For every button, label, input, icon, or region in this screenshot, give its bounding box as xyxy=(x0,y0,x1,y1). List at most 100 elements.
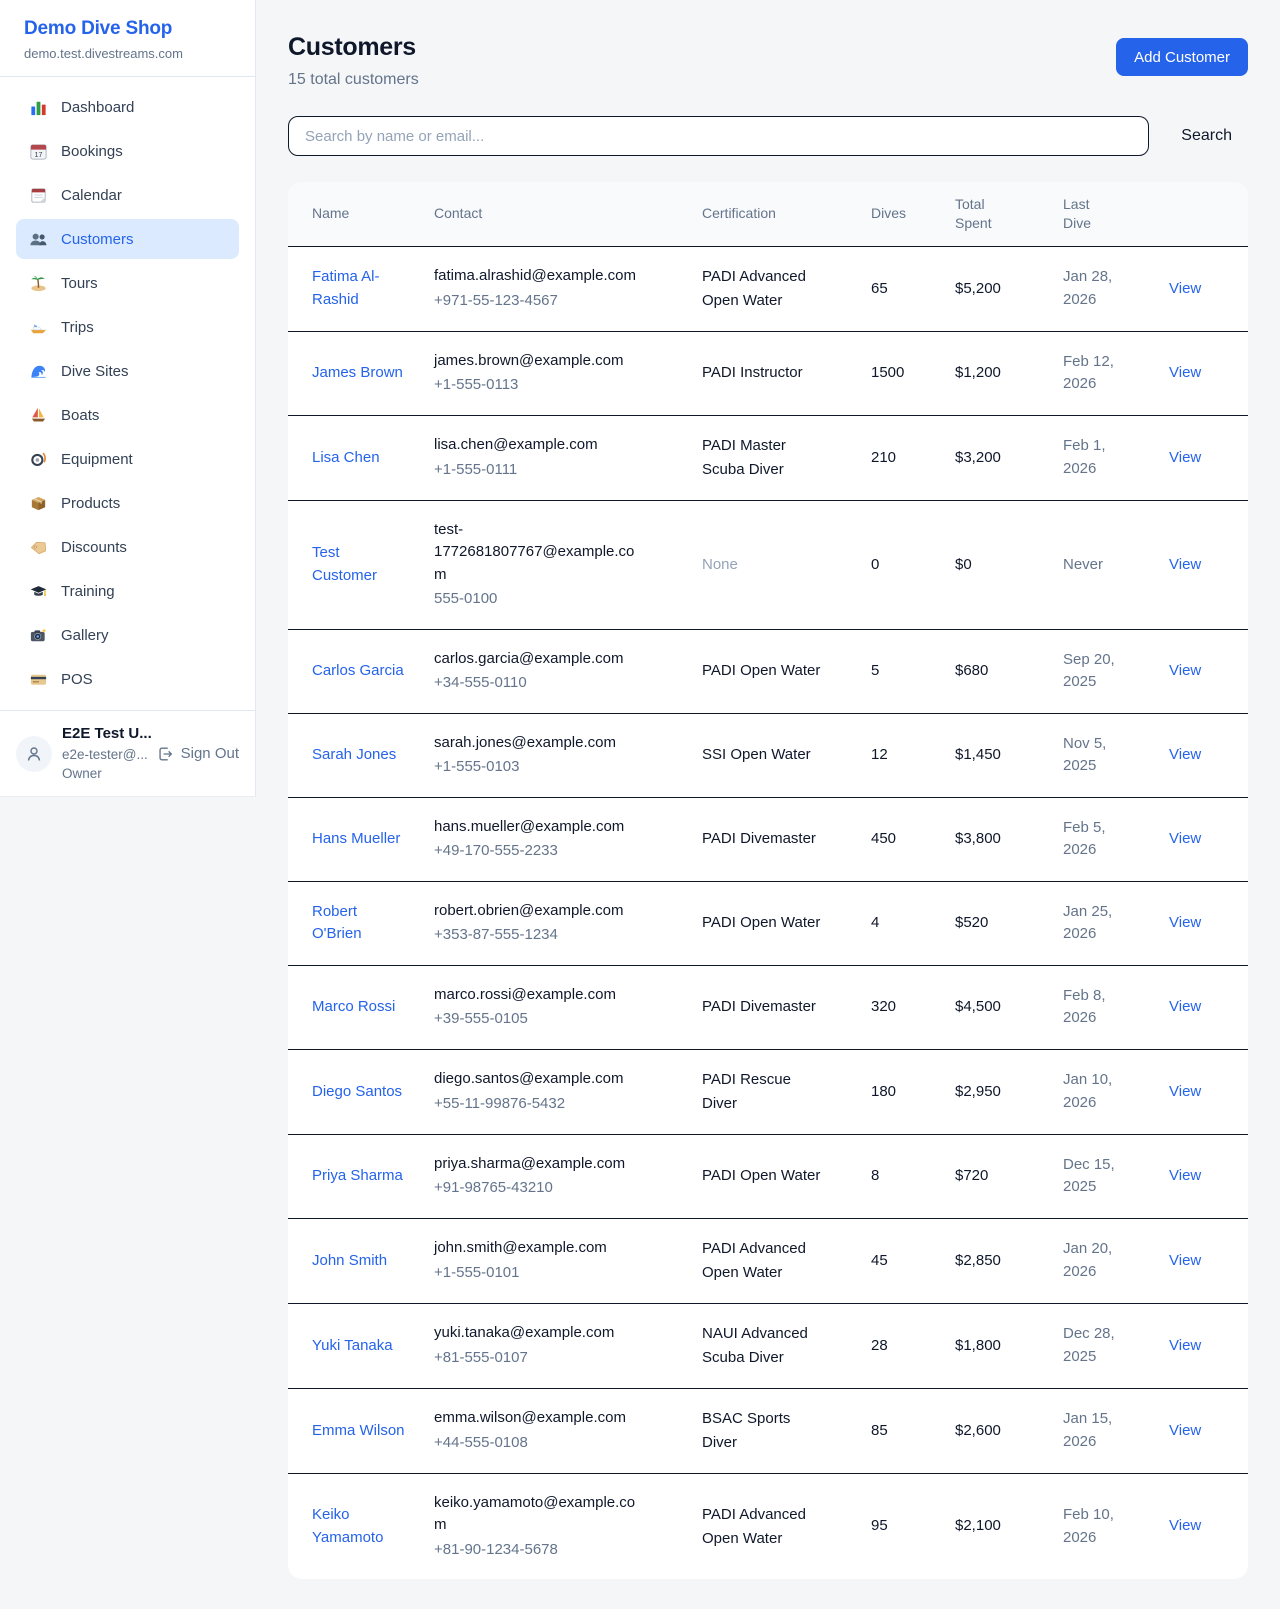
customer-phone: +1-555-0111 xyxy=(434,459,646,482)
view-customer-link[interactable]: View xyxy=(1169,1422,1201,1439)
view-customer-link[interactable]: View xyxy=(1169,364,1201,381)
customer-name-link[interactable]: Robert O'Brien xyxy=(312,903,362,943)
sidebar-item-label: POS xyxy=(61,671,93,688)
sidebar-item-trips[interactable]: Trips xyxy=(16,307,239,347)
customer-name-link[interactable]: Emma Wilson xyxy=(312,1422,405,1439)
customer-email: john.smith@example.com xyxy=(434,1237,646,1260)
customer-certification: BSAC Sports Diver xyxy=(702,1407,822,1455)
customer-name-link[interactable]: Carlos Garcia xyxy=(312,662,404,679)
customer-name-link[interactable]: John Smith xyxy=(312,1252,387,1269)
table-row: John Smithjohn.smith@example.com+1-555-0… xyxy=(288,1218,1248,1303)
page: Demo Dive Shop demo.test.divestreams.com… xyxy=(0,0,1280,1609)
customer-certification: PADI Advanced Open Water xyxy=(702,1237,822,1285)
view-customer-link[interactable]: View xyxy=(1169,830,1201,847)
customer-name-link[interactable]: James Brown xyxy=(312,364,403,381)
sidebar-item-equipment[interactable]: Equipment xyxy=(16,439,239,479)
sidebar-item-dive-sites[interactable]: Dive Sites xyxy=(16,351,239,391)
view-customer-link[interactable]: View xyxy=(1169,449,1201,466)
sidebar-item-boats[interactable]: Boats xyxy=(16,395,239,435)
customer-phone: +39-555-0105 xyxy=(434,1008,646,1031)
customer-email: marco.rossi@example.com xyxy=(434,984,646,1007)
table-row: Carlos Garciacarlos.garcia@example.com+3… xyxy=(288,629,1248,713)
customer-name-link[interactable]: Keiko Yamamoto xyxy=(312,1506,383,1546)
view-customer-link[interactable]: View xyxy=(1169,280,1201,297)
sidebar-item-discounts[interactable]: Discounts xyxy=(16,527,239,567)
sidebar: Demo Dive Shop demo.test.divestreams.com… xyxy=(0,0,256,797)
customer-name-link[interactable]: Yuki Tanaka xyxy=(312,1337,393,1354)
view-customer-link[interactable]: View xyxy=(1169,1252,1201,1269)
customer-name-link[interactable]: Test Customer xyxy=(312,544,377,584)
sidebar-item-label: Equipment xyxy=(61,451,133,468)
sidebar-item-training[interactable]: Training xyxy=(16,571,239,611)
sidebar-item-products[interactable]: Products xyxy=(16,483,239,523)
customer-dives: 85 xyxy=(871,1388,955,1473)
customer-last-dive: Jan 25, 2026 xyxy=(1063,901,1123,946)
sidebar-item-tours[interactable]: Tours xyxy=(16,263,239,303)
table-row: Diego Santosdiego.santos@example.com+55-… xyxy=(288,1049,1248,1134)
bar-chart-icon xyxy=(28,97,48,117)
add-customer-button[interactable]: Add Customer xyxy=(1116,38,1248,76)
customer-name-link[interactable]: Priya Sharma xyxy=(312,1167,403,1184)
view-customer-link[interactable]: View xyxy=(1169,914,1201,931)
customer-last-dive: Feb 10, 2026 xyxy=(1063,1504,1123,1549)
customer-name-link[interactable]: Sarah Jones xyxy=(312,746,396,763)
sidebar-item-gallery[interactable]: Gallery xyxy=(16,615,239,655)
customer-phone: 555-0100 xyxy=(434,588,646,611)
column-header-certification: Certification xyxy=(702,182,871,246)
view-customer-link[interactable]: View xyxy=(1169,1517,1201,1534)
customer-name-link[interactable]: Hans Mueller xyxy=(312,830,400,847)
sidebar-item-label: Discounts xyxy=(61,539,127,556)
search-row: Search xyxy=(288,116,1248,156)
customer-certification: PADI Open Water xyxy=(702,1164,822,1188)
sidebar-item-bookings[interactable]: 17Bookings xyxy=(16,131,239,171)
customer-total-spent: $1,450 xyxy=(955,713,1063,797)
customer-dives: 1500 xyxy=(871,331,955,415)
view-customer-link[interactable]: View xyxy=(1169,746,1201,763)
customer-name-link[interactable]: Lisa Chen xyxy=(312,449,380,466)
sidebar-item-customers[interactable]: Customers xyxy=(16,219,239,259)
search-input[interactable] xyxy=(288,116,1149,156)
customer-dives: 0 xyxy=(871,500,955,629)
sign-out-button[interactable]: Sign Out xyxy=(156,745,239,763)
customer-total-spent: $0 xyxy=(955,500,1063,629)
column-header-name: Name xyxy=(288,182,434,246)
user-role: Owner xyxy=(62,765,146,783)
view-customer-link[interactable]: View xyxy=(1169,1167,1201,1184)
customer-count: 15 total customers xyxy=(288,71,419,89)
customer-phone: +91-98765-43210 xyxy=(434,1177,646,1200)
sidebar-nav: Dashboard17BookingsCalendar Customers Tour… xyxy=(0,77,255,710)
user-info: E2E Test U... e2e-tester@... Owner xyxy=(62,724,146,783)
search-button[interactable]: Search xyxy=(1165,127,1248,145)
customer-email: diego.santos@example.com xyxy=(434,1068,646,1091)
customer-certification: NAUI Advanced Scuba Diver xyxy=(702,1322,822,1370)
customer-dives: 28 xyxy=(871,1303,955,1388)
table-row: Lisa Chenlisa.chen@example.com+1-555-011… xyxy=(288,415,1248,500)
sidebar-item-calendar[interactable]: Calendar xyxy=(16,175,239,215)
view-customer-link[interactable]: View xyxy=(1169,662,1201,679)
customer-name-link[interactable]: Fatima Al-Rashid xyxy=(312,268,380,308)
customer-total-spent: $680 xyxy=(955,629,1063,713)
sidebar-user-section: E2E Test U... e2e-tester@... Owner Sign … xyxy=(0,710,255,796)
sidebar-item-pos[interactable]: POS xyxy=(16,659,239,699)
customer-phone: +49-170-555-2233 xyxy=(434,840,646,863)
customer-certification: PADI Divemaster xyxy=(702,995,822,1019)
sailboat-icon xyxy=(28,405,48,425)
view-customer-link[interactable]: View xyxy=(1169,1337,1201,1354)
sidebar-item-label: Customers xyxy=(61,231,134,248)
view-customer-link[interactable]: View xyxy=(1169,1083,1201,1100)
customer-dives: 5 xyxy=(871,629,955,713)
customer-dives: 320 xyxy=(871,965,955,1049)
customer-name-link[interactable]: Diego Santos xyxy=(312,1083,402,1100)
customers-table-card: NameContactCertificationDivesTotal Spent… xyxy=(288,182,1248,1579)
island-icon xyxy=(28,273,48,293)
title-block: Customers 15 total customers xyxy=(288,33,419,89)
customer-last-dive: Jan 10, 2026 xyxy=(1063,1069,1123,1114)
customer-email: yuki.tanaka@example.com xyxy=(434,1322,646,1345)
column-header-contact: Contact xyxy=(434,182,702,246)
view-customer-link[interactable]: View xyxy=(1169,556,1201,573)
customer-email: carlos.garcia@example.com xyxy=(434,648,646,671)
view-customer-link[interactable]: View xyxy=(1169,998,1201,1015)
sidebar-item-dashboard[interactable]: Dashboard xyxy=(16,87,239,127)
customer-name-link[interactable]: Marco Rossi xyxy=(312,998,395,1015)
customer-certification: None xyxy=(702,553,822,577)
